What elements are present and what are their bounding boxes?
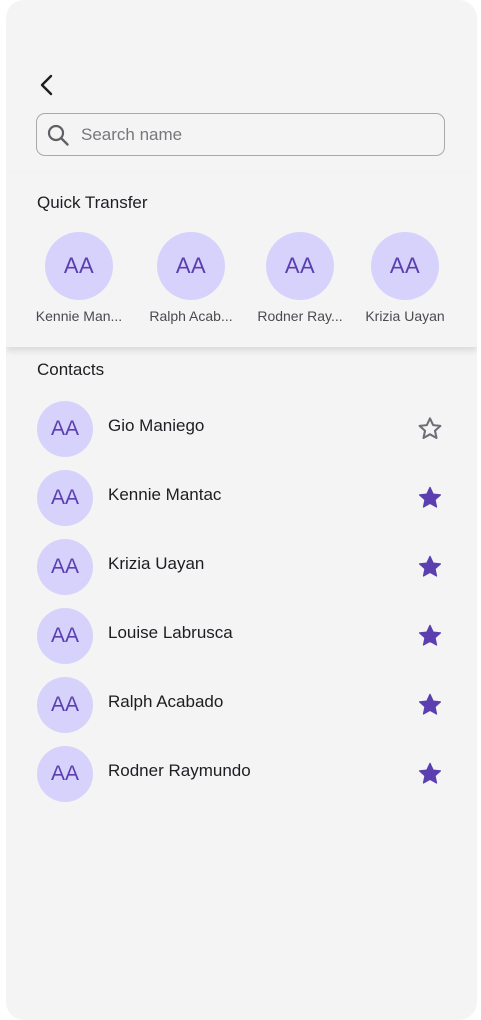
contacts-title: Contacts [37, 360, 105, 379]
contact-row[interactable]: AA Louise Labrusca [37, 608, 447, 664]
quick-transfer-item[interactable]: AA Ralph Acab... [136, 232, 246, 324]
contact-row[interactable]: AA Krizia Uayan [37, 539, 447, 595]
avatar: AA [157, 232, 225, 300]
contact-row[interactable]: AA Gio Maniego [37, 401, 447, 457]
star-filled-icon[interactable] [415, 690, 445, 720]
quick-transfer-section: Quick Transfer AA Kennie Man... AA Ralph… [6, 172, 477, 347]
avatar: AA [37, 608, 93, 664]
avatar: AA [266, 232, 334, 300]
avatar: AA [37, 746, 93, 802]
avatar: AA [37, 470, 93, 526]
star-outline-icon[interactable] [415, 414, 445, 444]
chevron-left-icon [40, 74, 53, 96]
star-filled-icon[interactable] [415, 552, 445, 582]
quick-transfer-name: Krizia Uayan [365, 308, 445, 324]
contact-row[interactable]: AA Ralph Acabado [37, 677, 447, 733]
star-filled-icon[interactable] [415, 621, 445, 651]
contact-name: Krizia Uayan [108, 554, 205, 573]
search-bar [36, 113, 445, 156]
quick-transfer-title: Quick Transfer [37, 193, 148, 212]
back-button[interactable] [32, 70, 62, 100]
contact-name: Louise Labrusca [108, 623, 233, 642]
star-filled-icon[interactable] [415, 759, 445, 789]
contact-name: Kennie Mantac [108, 485, 222, 504]
screen: Quick Transfer AA Kennie Man... AA Ralph… [6, 0, 477, 1020]
quick-transfer-item[interactable]: AA Krizia Uayan [350, 232, 460, 324]
avatar: AA [37, 677, 93, 733]
avatar: AA [37, 401, 93, 457]
avatar: AA [37, 539, 93, 595]
avatar: AA [45, 232, 113, 300]
search-icon [46, 123, 70, 147]
contact-row[interactable]: AA Rodner Raymundo [37, 746, 447, 802]
quick-transfer-name: Ralph Acab... [149, 308, 233, 324]
search-input[interactable] [81, 124, 421, 145]
contact-row[interactable]: AA Kennie Mantac [37, 470, 447, 526]
quick-transfer-name: Kennie Man... [35, 308, 123, 324]
avatar: AA [371, 232, 439, 300]
page: Quick Transfer AA Kennie Man... AA Ralph… [0, 0, 481, 1020]
contact-name: Ralph Acabado [108, 692, 224, 711]
quick-transfer-name: Rodner Ray... [257, 308, 343, 324]
star-filled-icon[interactable] [415, 483, 445, 513]
quick-transfer-item[interactable]: AA Kennie Man... [24, 232, 134, 324]
contact-name: Rodner Raymundo [108, 761, 251, 780]
quick-transfer-item[interactable]: AA Rodner Ray... [245, 232, 355, 324]
contact-name: Gio Maniego [108, 416, 205, 435]
